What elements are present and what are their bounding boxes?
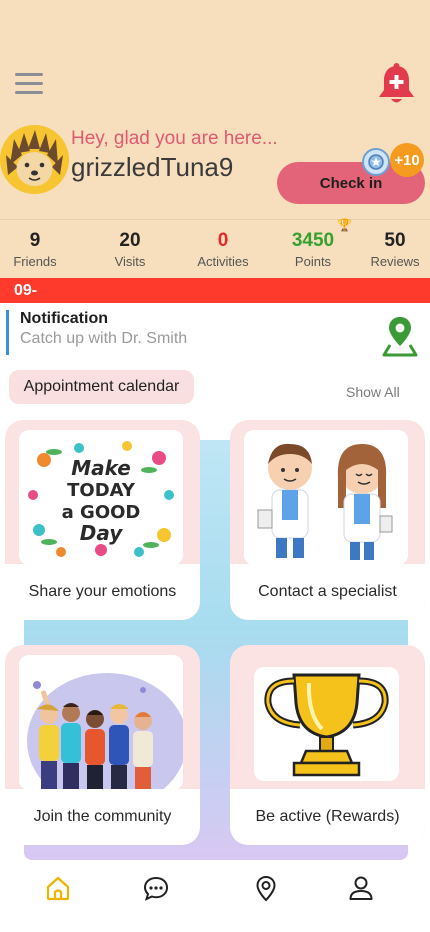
stat-points[interactable]: 3450 Points (270, 230, 356, 269)
tile-caption: Share your emotions (5, 564, 200, 620)
stat-activities[interactable]: 0 Activities (180, 230, 266, 269)
stat-value: 3450 (291, 230, 335, 251)
community-image (19, 655, 183, 790)
make-today-good-day-image: Make TODAY a GOOD Day (19, 430, 183, 565)
appointment-calendar-button[interactable]: Appointment calendar (9, 370, 194, 404)
tile-caption: Contact a specialist (230, 564, 425, 620)
notification-accent (6, 310, 9, 355)
stat-value: 0 (217, 230, 229, 251)
tile-share-emotions[interactable]: Make TODAY a GOOD Day Share your emotion… (5, 420, 200, 620)
stat-value: 50 (384, 230, 406, 251)
tile-caption: Join the community (5, 789, 200, 845)
trophy-image (254, 667, 399, 781)
stat-label: Visits (114, 254, 146, 269)
image-text-line: a GOOD (62, 502, 141, 523)
profile-icon[interactable] (347, 874, 375, 902)
stat-reviews[interactable]: 50 Reviews (352, 230, 430, 269)
stat-label: Points (294, 254, 332, 269)
notification-bell-icon[interactable] (376, 62, 417, 106)
stat-label: Reviews (370, 254, 420, 269)
stat-value: 20 (119, 230, 141, 251)
chat-icon[interactable] (142, 874, 170, 902)
tile-join-community[interactable]: Join the community (5, 645, 200, 845)
greeting-text: Hey, glad you are here... (71, 128, 278, 149)
stat-label: Activities (197, 254, 249, 269)
tile-be-active-rewards[interactable]: Be active (Rewards) (230, 645, 425, 845)
bonus-badge: +10 (390, 143, 424, 177)
notification-title: Notification (20, 310, 108, 327)
tile-contact-specialist[interactable]: Contact a specialist (230, 420, 425, 620)
stat-value: 9 (29, 230, 41, 251)
doctors-image (244, 430, 408, 565)
medal-icon (362, 148, 390, 176)
image-text-line: Day (80, 521, 123, 545)
hedgehog-avatar-icon (0, 125, 69, 194)
location-pin-icon[interactable] (381, 315, 419, 361)
stat-label: Friends (13, 254, 57, 269)
show-all-link[interactable]: Show All (346, 384, 400, 400)
tile-caption: Be active (Rewards) (230, 789, 425, 845)
image-text-line: TODAY (67, 480, 136, 501)
notification-subtitle[interactable]: Catch up with Dr. Smith (20, 330, 187, 348)
location-icon[interactable] (252, 874, 280, 902)
username: grizzledTuna9 (71, 152, 234, 182)
avatar[interactable] (0, 125, 69, 194)
date-bar: 09- (0, 278, 430, 303)
home-icon[interactable] (44, 874, 72, 902)
stat-visits[interactable]: 20 Visits (87, 230, 173, 269)
menu-icon[interactable] (15, 73, 43, 97)
image-text-line: Make (71, 456, 131, 480)
stat-friends[interactable]: 9 Friends (0, 230, 78, 269)
